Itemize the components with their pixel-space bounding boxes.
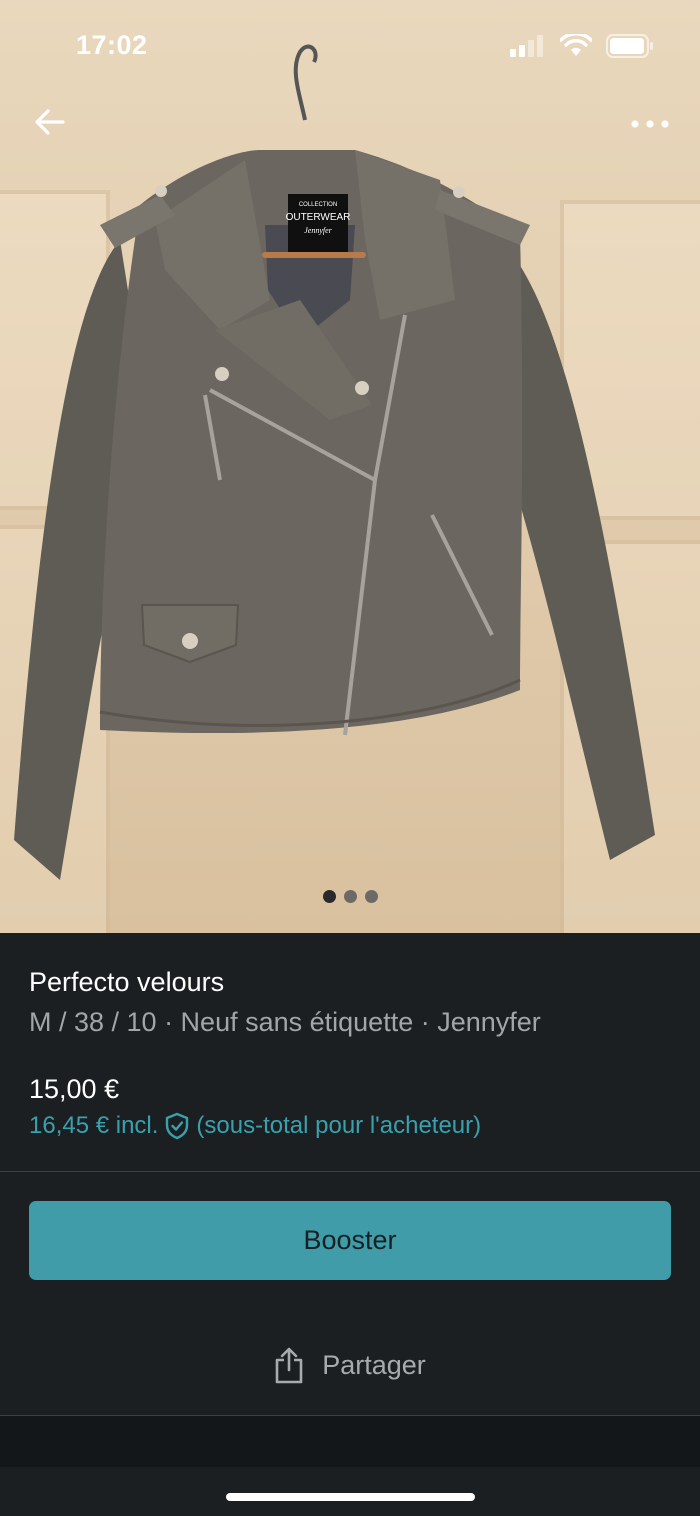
- carousel-dot[interactable]: [364, 890, 378, 903]
- buyer-price: 16,45 € incl.: [29, 1112, 159, 1139]
- signal-icon: [510, 35, 543, 57]
- buyer-price-info[interactable]: 16,45 € incl. (sous-total pour l'acheteu…: [29, 1112, 481, 1140]
- status-bar: 17:02: [0, 0, 700, 92]
- battery-icon: [606, 34, 653, 58]
- listing-info: Perfecto velours M / 38 / 10 · Neuf sans…: [0, 933, 700, 1171]
- shield-check-icon: [166, 1112, 189, 1140]
- buyer-price-note: (sous-total pour l'acheteur): [196, 1112, 482, 1139]
- brand-tag-line2: OUTERWEAR: [286, 212, 351, 223]
- listing-photo[interactable]: COLLECTION OUTERWEAR Jennyfer 17:02: [0, 0, 700, 933]
- listing-title: Perfecto velours: [29, 967, 225, 997]
- share-button[interactable]: Partager: [0, 1335, 700, 1395]
- divider: [0, 1171, 700, 1172]
- status-icons: [510, 34, 654, 58]
- more-horizontal-icon: [631, 120, 669, 128]
- arrow-left-icon: [35, 109, 65, 135]
- share-icon: [275, 1347, 303, 1384]
- listing-subtitle[interactable]: M / 38 / 10 · Neuf sans étiquette · Jenn…: [29, 1007, 541, 1038]
- booster-button[interactable]: Booster: [29, 1201, 671, 1280]
- bottom-band: [0, 1416, 700, 1467]
- carousel-indicator: [0, 890, 700, 903]
- wifi-icon: [560, 34, 592, 56]
- jacket-image: COLLECTION OUTERWEAR Jennyfer: [14, 44, 655, 880]
- brand-tag-line1: COLLECTION: [299, 202, 337, 208]
- share-label: Partager: [322, 1349, 426, 1380]
- carousel-dot[interactable]: [343, 890, 357, 903]
- back-button[interactable]: [28, 100, 72, 144]
- home-indicator[interactable]: [226, 1493, 475, 1501]
- more-options-button[interactable]: [624, 104, 676, 144]
- home-indicator-area: [0, 1467, 700, 1516]
- carousel-dot-active[interactable]: [322, 890, 336, 903]
- status-time: 17:02: [76, 30, 148, 60]
- listing-price: 15,00 €: [29, 1074, 120, 1104]
- brand-tag-line3: Jennyfer: [304, 226, 332, 235]
